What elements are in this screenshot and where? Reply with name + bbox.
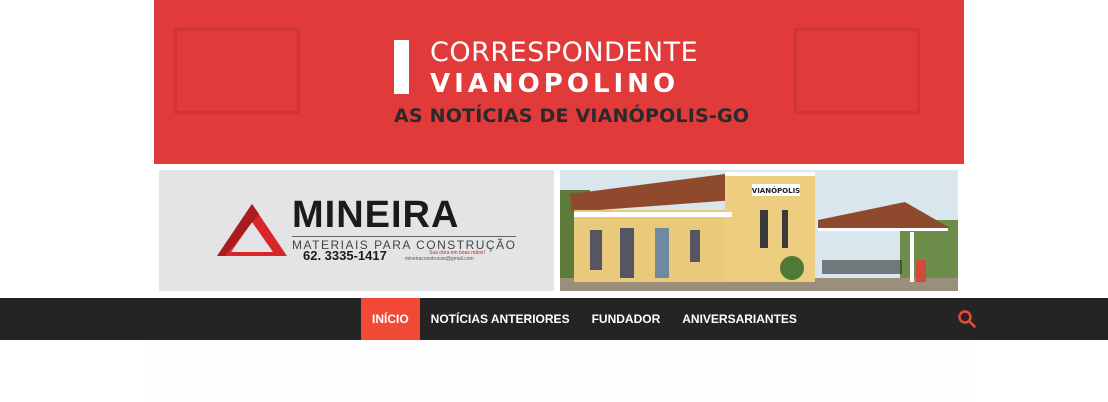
site-logo-line2: VIANOPOLINO (430, 69, 680, 99)
nav-item-noticias-anteriores[interactable]: NOTÍCIAS ANTERIORES (420, 298, 581, 340)
ad-brand-name: MINEIRA (292, 194, 460, 236)
sponsor-ad-mineira[interactable]: MINEIRA MATERIAIS PARA CONSTRUÇÃO 62. 33… (159, 170, 554, 291)
station-sign: VIANÓPOLIS (752, 186, 800, 195)
station-building-illustration: VIANÓPOLIS (560, 170, 958, 291)
site-tagline: AS NOTÍCIAS DE VIANÓPOLIS-GO (394, 105, 750, 127)
nav-item-fundador[interactable]: FUNDADOR (581, 298, 672, 340)
ad-phone: 62. 3335-1417 (303, 248, 387, 263)
nav-menu: INÍCIO NOTÍCIAS ANTERIORES FUNDADOR ANIV… (361, 298, 808, 340)
site-header-banner[interactable]: CORRESPONDENTE VIANOPOLINO AS NOTÍCIAS D… (154, 0, 964, 164)
main-navigation: INÍCIO NOTÍCIAS ANTERIORES FUNDADOR ANIV… (0, 298, 1108, 340)
page-content-area (0, 340, 1108, 402)
nav-item-aniversariantes[interactable]: ANIVERSARIANTES (671, 298, 808, 340)
logo-bar-mark (394, 40, 409, 94)
site-logo-line1: CORRESPONDENTE (430, 37, 699, 68)
triangle-logo-icon (217, 204, 287, 256)
search-icon[interactable] (957, 309, 977, 329)
train-station-photo[interactable]: VIANÓPOLIS (560, 170, 958, 291)
content-container (146, 340, 976, 402)
banner-background-texture (174, 28, 300, 114)
banner-background-texture (794, 28, 920, 114)
nav-item-inicio[interactable]: INÍCIO (361, 298, 420, 340)
ad-email: mineiraconstrucao@gmail.com (405, 256, 474, 262)
